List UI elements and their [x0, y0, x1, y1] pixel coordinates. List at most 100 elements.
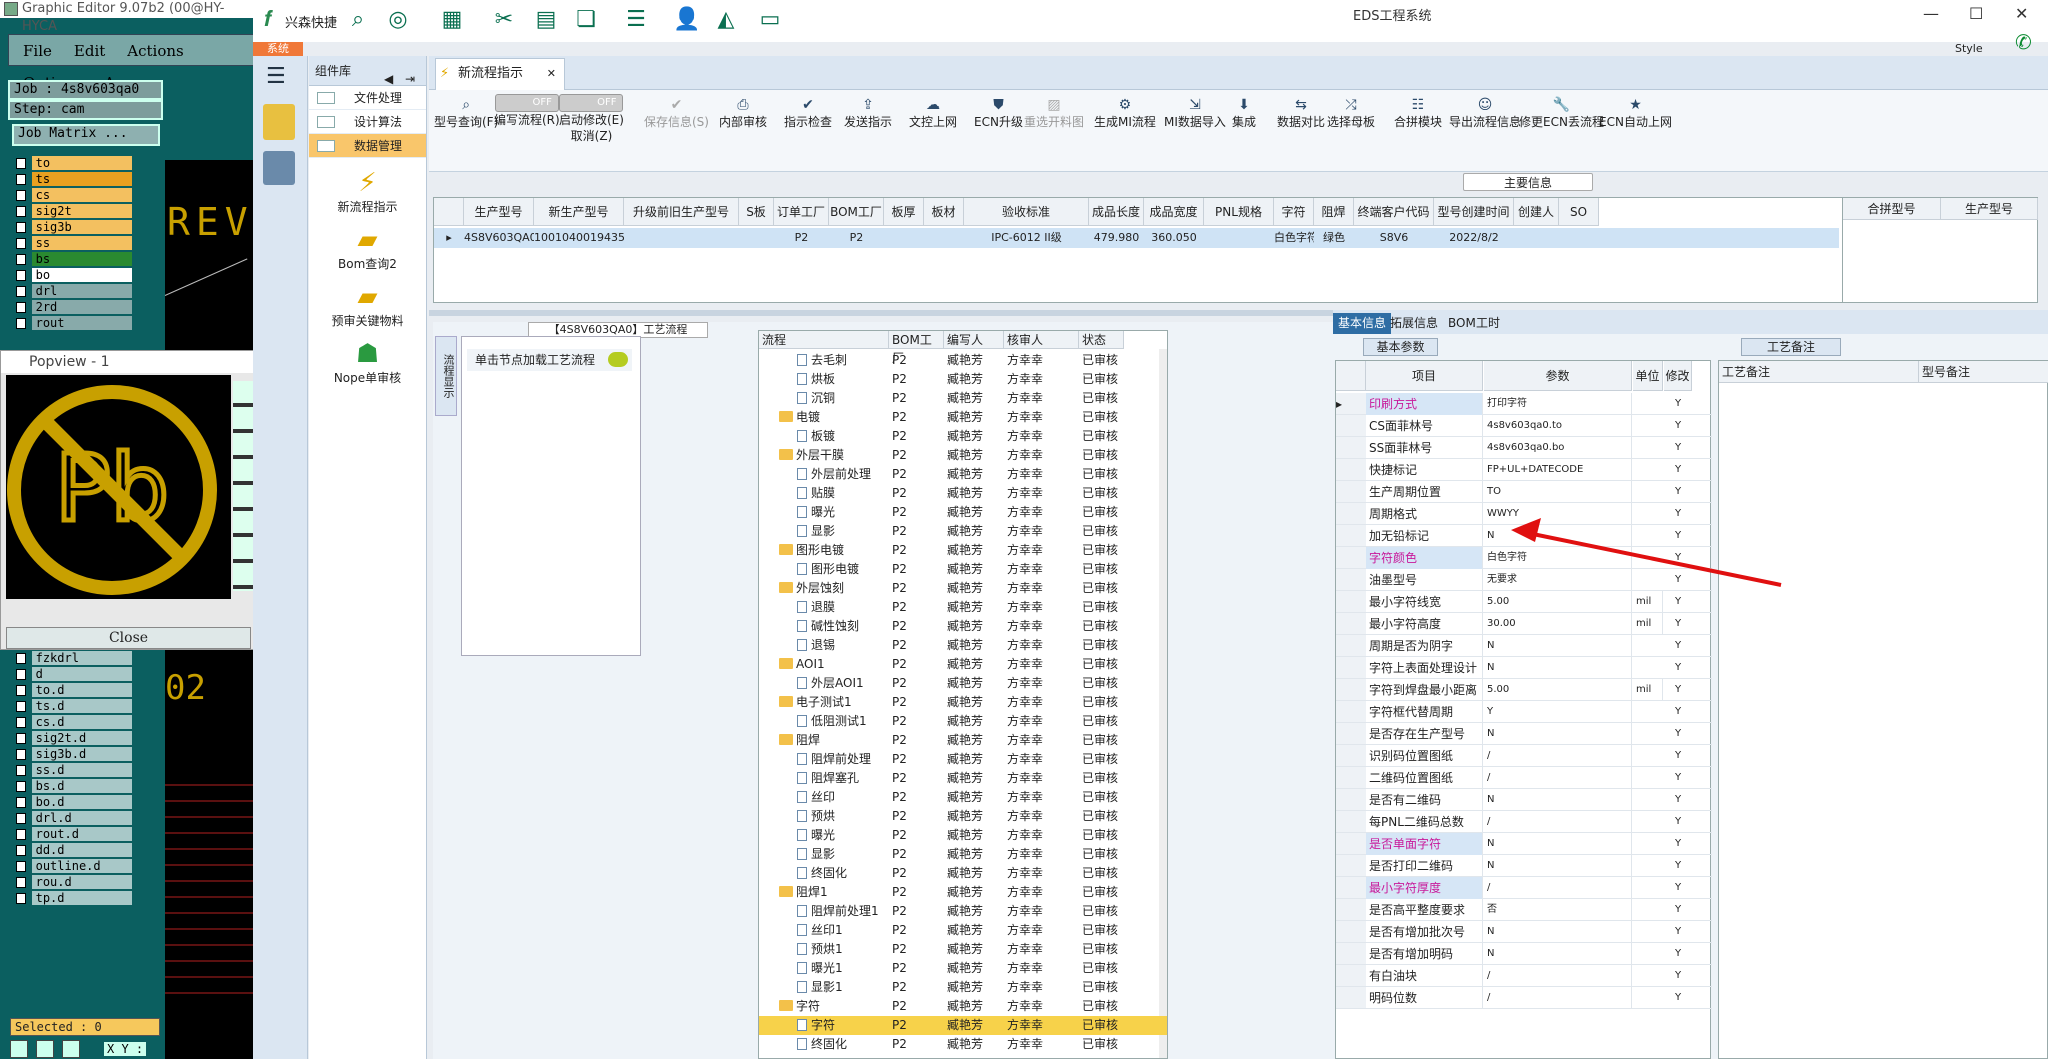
layer-checkbox[interactable]: [16, 317, 26, 329]
component-item-data[interactable]: 数据管理: [309, 134, 426, 158]
vertical-tab-flow[interactable]: 流程显示: [435, 336, 457, 416]
ge-job-matrix-button[interactable]: Job Matrix ...: [12, 124, 160, 146]
layer-row[interactable]: cs: [16, 187, 132, 203]
main-col-header[interactable]: 生产型号: [464, 198, 534, 226]
main-cell[interactable]: [1204, 228, 1274, 248]
ge-zoom-icon[interactable]: [36, 1040, 54, 1058]
tree-row[interactable]: 退膜 P2 臧艳芳 方幸幸 已审核: [759, 598, 1167, 617]
main-col-header[interactable]: 成品宽度: [1144, 198, 1204, 226]
factory-icon[interactable]: [263, 104, 295, 140]
globe-icon[interactable]: ◎: [385, 8, 411, 32]
list-icon[interactable]: ☰: [623, 8, 649, 32]
merge-col-header[interactable]: 合拼型号: [1843, 198, 1941, 220]
popview-close-button[interactable]: Close: [6, 627, 251, 649]
main-col-header[interactable]: 字符: [1274, 198, 1314, 226]
main-col-header[interactable]: S板: [739, 198, 774, 226]
tree-row[interactable]: 电镀 P2 臧艳芳 方幸幸 已审核: [759, 408, 1167, 427]
main-col-header[interactable]: 新生产型号: [534, 198, 624, 226]
tree-col-header[interactable]: BOM工厂: [889, 331, 944, 365]
ribbon-button-8[interactable]: ⛊ ECN升级: [974, 96, 1023, 130]
layer-checkbox[interactable]: [16, 301, 26, 313]
tree-row[interactable]: 显影 P2 臧艳芳 方幸幸 已审核: [759, 522, 1167, 541]
layer-checkbox[interactable]: [16, 269, 26, 281]
layer-row[interactable]: bo: [16, 267, 132, 283]
tree-row[interactable]: 烘板 P2 臧艳芳 方幸幸 已审核: [759, 370, 1167, 389]
ribbon-button-2[interactable]: OFF 启动修改(E) 取消(Z): [559, 94, 624, 144]
ribbon-button-12[interactable]: ⬇ 集成: [1232, 96, 1256, 130]
tab-new-flow[interactable]: ⚡ 新流程指示 ✕: [435, 58, 565, 90]
tool-new-flow[interactable]: ⚡ 新流程指示: [309, 168, 426, 215]
system-button[interactable]: 系统: [253, 42, 303, 56]
ribbon-button-4[interactable]: ⎙ 内部审核: [719, 96, 767, 130]
tree-row[interactable]: 阻焊 P2 臧艳芳 方幸幸 已审核: [759, 731, 1167, 750]
tree-row[interactable]: 字符 P2 臧艳芳 方幸幸 已审核: [759, 997, 1167, 1016]
maximize-icon[interactable]: ☐: [1969, 4, 1983, 23]
toggle-switch[interactable]: OFF: [494, 94, 559, 112]
main-cell[interactable]: [924, 228, 964, 248]
layer-checkbox[interactable]: [16, 844, 26, 856]
layer-checkbox[interactable]: [16, 796, 26, 808]
layer-checkbox[interactable]: [16, 780, 26, 792]
layer-row[interactable]: sig3b: [16, 219, 132, 235]
tree-row[interactable]: 贴膜 P2 臧艳芳 方幸幸 已审核: [759, 484, 1167, 503]
tree-row[interactable]: 图形电镀 P2 臧艳芳 方幸幸 已审核: [759, 541, 1167, 560]
layer-checkbox[interactable]: [16, 764, 26, 776]
calculator-icon[interactable]: [263, 151, 295, 185]
main-cell[interactable]: [739, 228, 774, 248]
tree-row[interactable]: 退锡 P2 臧艳芳 方幸幸 已审核: [759, 636, 1167, 655]
layer-row[interactable]: sig3b.d: [16, 746, 132, 762]
layer-row[interactable]: bs.d: [16, 778, 132, 794]
component-item-file[interactable]: 文件处理: [309, 86, 426, 110]
layer-row[interactable]: rout: [16, 315, 132, 331]
layer-checkbox[interactable]: [16, 237, 26, 249]
tree-row[interactable]: 丝印1 P2 臧艳芳 方幸幸 已审核: [759, 921, 1167, 940]
tree-row[interactable]: 显影 P2 臧艳芳 方幸幸 已审核: [759, 845, 1167, 864]
layer-checkbox[interactable]: [16, 652, 26, 664]
layer-row[interactable]: dd.d: [16, 842, 132, 858]
layer-checkbox[interactable]: [16, 812, 26, 824]
tree-row[interactable]: 预烘 P2 臧艳芳 方幸幸 已审核: [759, 807, 1167, 826]
ribbon-button-10[interactable]: ⚙ 生成MI流程: [1094, 96, 1156, 130]
ribbon-button-13[interactable]: ⇆ 数据对比: [1277, 96, 1325, 130]
tree-row[interactable]: 碱性蚀刻 P2 臧艳芳 方幸幸 已审核: [759, 617, 1167, 636]
ribbon-button-14[interactable]: ⤮ 选择母板: [1327, 96, 1375, 130]
component-item-design[interactable]: 设计算法: [309, 110, 426, 134]
main-cell[interactable]: 10010400194351: [534, 228, 624, 248]
layer-checkbox[interactable]: [16, 285, 26, 297]
tree-col-header[interactable]: 编写人: [944, 331, 1004, 349]
ge-menu-file[interactable]: File: [23, 35, 52, 67]
tree-row[interactable]: 外层AOI1 P2 臧艳芳 方幸幸 已审核: [759, 674, 1167, 693]
style-dropdown[interactable]: Style: [1955, 42, 1983, 55]
tree-row[interactable]: 电子测试1 P2 臧艳芳 方幸幸 已审核: [759, 693, 1167, 712]
tree-col-header[interactable]: 状态: [1079, 331, 1124, 349]
tree-row[interactable]: 阻焊前处理1 P2 臧艳芳 方幸幸 已审核: [759, 902, 1167, 921]
layer-row[interactable]: fzkdrl: [16, 650, 132, 666]
ge-canvas[interactable]: REV: [164, 160, 255, 350]
cut-icon[interactable]: ✂: [491, 8, 517, 32]
layer-row[interactable]: bs: [16, 251, 132, 267]
phone-icon[interactable]: ✆: [2015, 30, 2032, 54]
main-cell[interactable]: [884, 228, 924, 248]
tab-close-icon[interactable]: ✕: [547, 59, 556, 89]
tool-nope-review[interactable]: ☗ Nope单审核: [309, 339, 426, 386]
main-cell[interactable]: P2: [774, 228, 829, 248]
ribbon-button-16[interactable]: ☺ 导出流程信息: [1449, 96, 1521, 130]
tool-bom-query[interactable]: ▰ Bom查询2: [309, 225, 426, 272]
load-process-button[interactable]: 单击节点加载工艺流程: [467, 349, 632, 371]
ge-canvas-lower[interactable]: 02: [165, 650, 255, 1059]
layer-checkbox[interactable]: [16, 157, 26, 169]
layer-row[interactable]: rou.d: [16, 874, 132, 890]
layer-checkbox[interactable]: [16, 668, 26, 680]
tree-row[interactable]: 去毛刺 P2 臧艳芳 方幸幸 已审核: [759, 351, 1167, 370]
tree-row[interactable]: 阻焊塞孔 P2 臧艳芳 方幸幸 已审核: [759, 769, 1167, 788]
layer-checkbox[interactable]: [16, 716, 26, 728]
layer-row[interactable]: bo.d: [16, 794, 132, 810]
tree-row[interactable]: 终固化 P2 臧艳芳 方幸幸 已审核: [759, 864, 1167, 883]
main-cell[interactable]: 白色字符: [1274, 228, 1314, 248]
layer-checkbox[interactable]: [16, 684, 26, 696]
tree-row[interactable]: 终固化 P2 臧艳芳 方幸幸 已审核: [759, 1035, 1167, 1054]
tree-row[interactable]: 阻焊前处理 P2 臧艳芳 方幸幸 已审核: [759, 750, 1167, 769]
ge-menu-edit[interactable]: Edit: [74, 35, 105, 67]
layer-checkbox[interactable]: [16, 732, 26, 744]
layer-row[interactable]: drl: [16, 283, 132, 299]
